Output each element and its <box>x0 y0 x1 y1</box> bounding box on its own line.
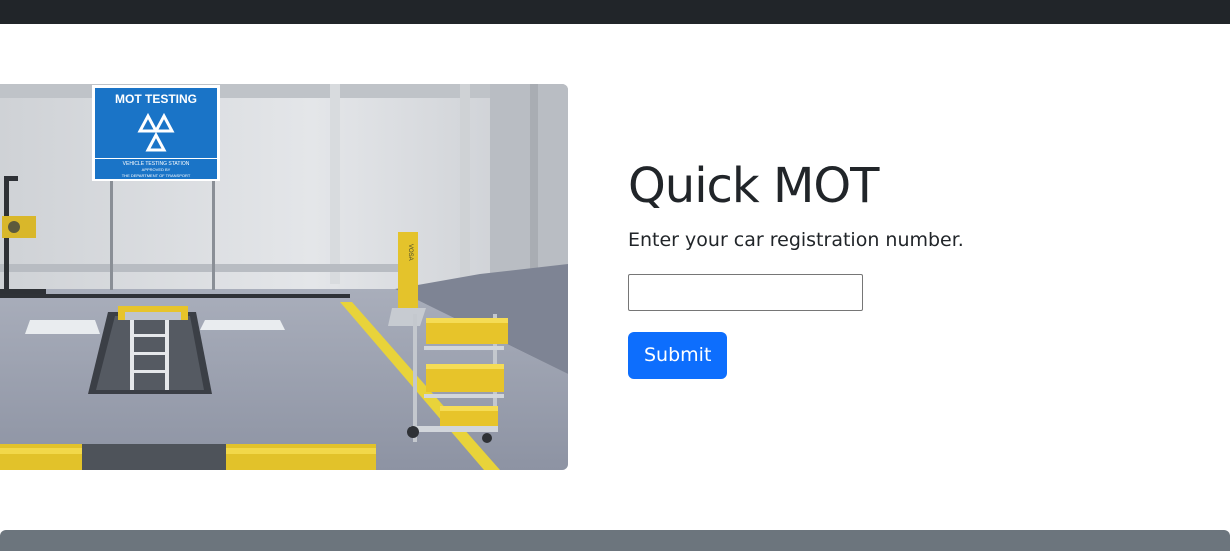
page-title: Quick MOT <box>628 158 880 214</box>
footer-bar <box>0 530 1230 551</box>
quick-mot-form-section: Quick MOT Enter your car registration nu… <box>628 152 1188 379</box>
registration-input[interactable] <box>628 274 863 311</box>
sign-title-text: MOT TESTING <box>115 92 197 106</box>
navbar-link-fragment[interactable] <box>1168 0 1230 6</box>
navbar-link-fragment[interactable] <box>1114 0 1128 6</box>
submit-button[interactable]: Submit <box>628 332 728 379</box>
sign-line2-text: APPROVED BY <box>142 167 171 172</box>
sign-line3-text: THE DEPARTMENT OF TRANSPORT <box>122 173 191 178</box>
registration-prompt: Enter your car registration number. <box>628 229 964 251</box>
mot-testing-bay-image: MOT TESTING VEHICLE TESTING STATION APPR… <box>0 84 568 470</box>
top-navbar <box>0 0 1230 24</box>
machine-label-text: VOSA <box>407 244 413 261</box>
